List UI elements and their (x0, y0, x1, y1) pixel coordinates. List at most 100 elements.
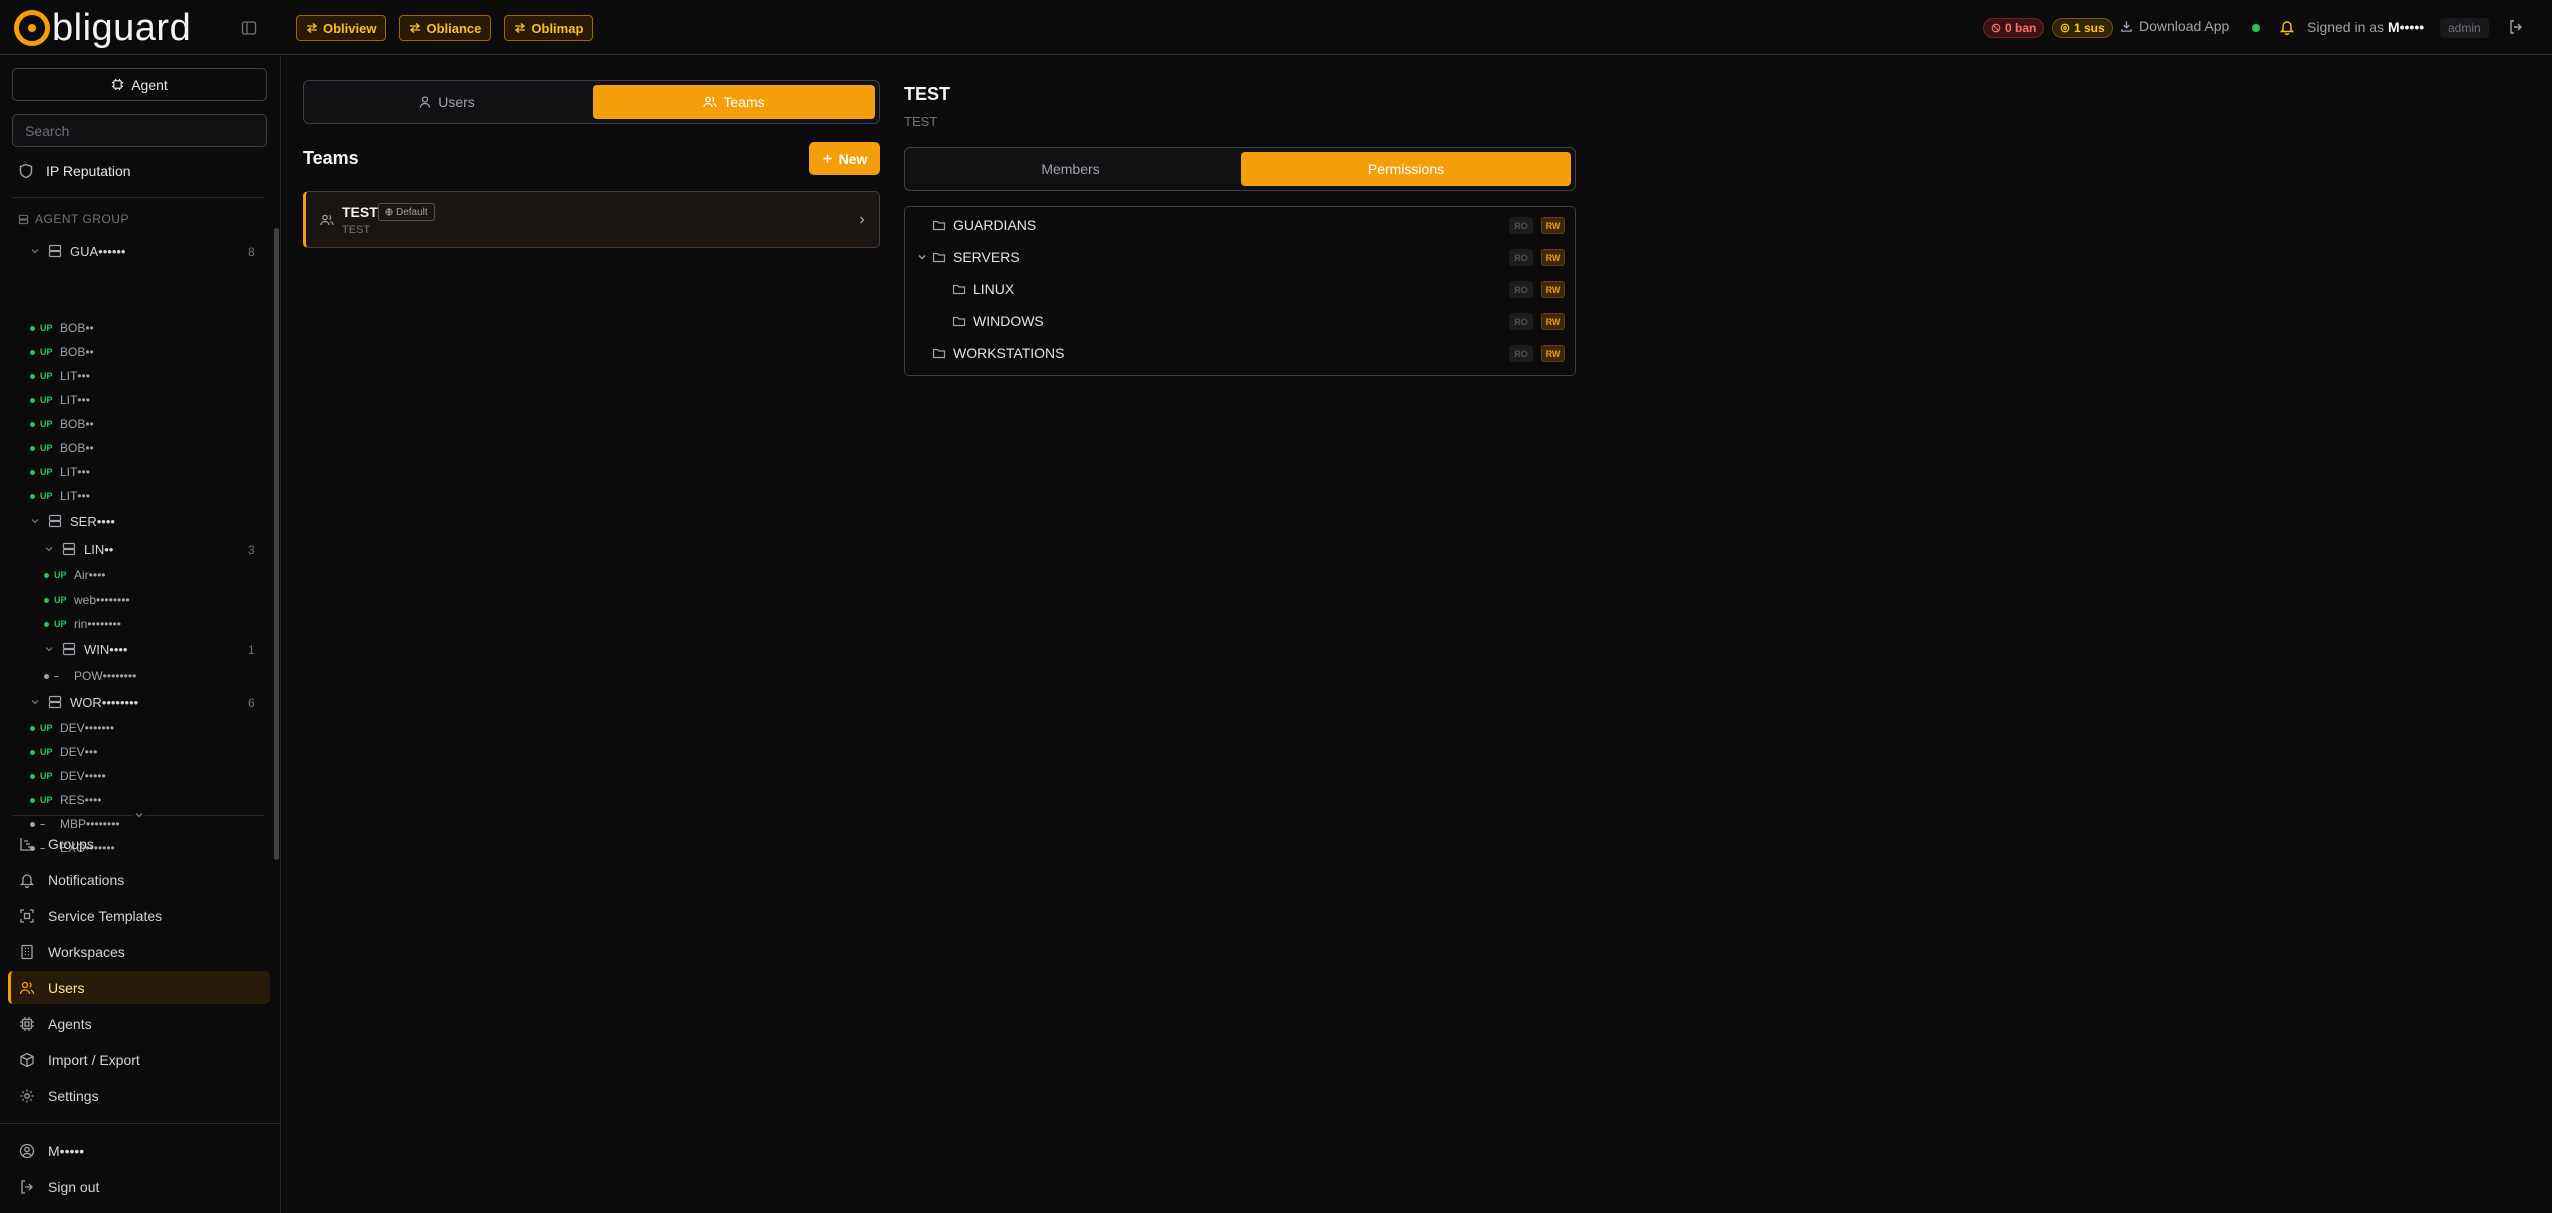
rw-toggle[interactable]: RW (1541, 217, 1565, 234)
team-description: TEST (342, 224, 371, 236)
tree-agent-row[interactable]: UP BOB•• (30, 437, 94, 459)
tree-agent-row[interactable]: UP BOB•• (30, 413, 94, 435)
status-dot (30, 493, 35, 499)
server-icon (62, 642, 76, 656)
status-label: UP (40, 443, 53, 453)
app-link-obliview[interactable]: Obliview (296, 15, 387, 41)
chevron-down-icon[interactable] (44, 544, 54, 554)
nav-label: Settings (48, 1087, 99, 1104)
status-dot (44, 572, 49, 578)
nav-settings[interactable]: Settings (8, 1079, 270, 1112)
agent-name: LIT••• (60, 393, 90, 407)
tree-group-linux[interactable]: LIN•• (44, 538, 113, 560)
tree-group-guardians[interactable]: GUA•••••• (30, 240, 125, 262)
app-link-oblimap[interactable]: Oblimap (504, 15, 594, 41)
tree-agent-row[interactable]: UP LIT••• (30, 485, 90, 507)
nav-label: Users (48, 979, 85, 996)
tree-group-servers[interactable]: SER•••• (30, 510, 115, 532)
rw-toggle[interactable]: RW (1541, 281, 1565, 298)
eye-icon (2060, 23, 2070, 33)
app-link-label: Obliance (426, 20, 482, 36)
sidebar-scrollbar[interactable] (274, 228, 279, 860)
tree-agent-row[interactable]: UP DEV••••••• (30, 717, 114, 739)
app-logo[interactable]: bliguard (14, 8, 191, 48)
nav-service-templates[interactable]: Service Templates (8, 899, 270, 932)
ro-toggle[interactable]: RO (1509, 217, 1533, 234)
ro-toggle[interactable]: RO (1509, 313, 1533, 330)
status-label: – (54, 671, 60, 681)
rw-toggle[interactable]: RW (1541, 345, 1565, 362)
ban-icon (1991, 23, 2001, 33)
suspect-count-badge[interactable]: 1 sus (2052, 18, 2113, 38)
nav-label: Groups (48, 835, 94, 852)
sidebar-search-input[interactable] (12, 114, 267, 147)
ip-reputation-link[interactable]: IP Reputation (18, 163, 131, 179)
chevron-down-icon[interactable] (44, 644, 54, 654)
user-icon (420, 96, 431, 108)
team-list-item[interactable]: TEST Default TEST (303, 191, 880, 248)
rw-toggle[interactable]: RW (1541, 249, 1565, 266)
status-label: UP (40, 371, 53, 381)
tree-agent-row[interactable]: UP DEV••••• (30, 765, 106, 787)
tree-agent-row[interactable]: UP RES•••• (30, 789, 101, 811)
agent-group-heading: AGENT GROUP (18, 212, 129, 226)
sidebar-toggle-icon[interactable] (241, 20, 257, 36)
chevron-down-icon[interactable] (133, 809, 145, 821)
ro-toggle[interactable]: RO (1509, 345, 1533, 362)
nav-groups[interactable]: Groups (8, 827, 270, 860)
agent-name: BOB•• (60, 417, 94, 431)
nav-workspaces[interactable]: Workspaces (8, 935, 270, 968)
tree-agent-row[interactable]: UP rin•••••••• (44, 613, 121, 635)
tree-group-windows[interactable]: WIN•••• (44, 638, 127, 660)
user-profile-link[interactable]: M••••• (8, 1134, 270, 1167)
chevron-down-icon[interactable] (917, 252, 927, 262)
status-dot (30, 821, 35, 827)
ban-count-badge[interactable]: 0 ban (1983, 18, 2045, 38)
chevron-down-icon[interactable] (30, 516, 40, 526)
tree-agent-row[interactable]: UP LIT••• (30, 365, 90, 387)
rw-toggle[interactable]: RW (1541, 313, 1565, 330)
logout-icon[interactable] (2508, 19, 2524, 35)
online-status-dot (2252, 24, 2260, 32)
role-badge: admin (2440, 18, 2489, 38)
agent-name: web•••••••• (74, 593, 130, 607)
app-link-obliance[interactable]: Obliance (399, 15, 492, 41)
nav-import-export[interactable]: Import / Export (8, 1043, 270, 1076)
chevron-down-icon[interactable] (30, 697, 40, 707)
tree-agent-row[interactable]: UP LIT••• (30, 389, 90, 411)
agent-name: DEV••• (60, 745, 98, 759)
tree-group-workstations[interactable]: WOR•••••••• (30, 691, 138, 713)
nav-label: Service Templates (48, 907, 163, 924)
nav-users[interactable]: Users (8, 971, 270, 1004)
server-icon (48, 514, 62, 528)
tab-members[interactable]: Members (909, 152, 1232, 186)
tab-users[interactable]: Users (308, 85, 585, 119)
team-name: TEST (342, 204, 378, 220)
tree-agent-row[interactable]: UP BOB•• (30, 341, 94, 363)
tree-agent-row[interactable]: UP DEV••• (30, 741, 97, 763)
agent-name: Air•••• (74, 568, 106, 582)
download-app-link[interactable]: Download App (2120, 18, 2229, 34)
profile-username: M••••• (48, 1142, 85, 1159)
chevron-down-icon[interactable] (30, 246, 40, 256)
bell-icon[interactable] (2279, 19, 2295, 35)
tree-group-name: GUA•••••• (70, 243, 126, 259)
sign-out-link[interactable]: Sign out (8, 1170, 270, 1203)
new-team-button[interactable]: New (809, 142, 880, 175)
tree-agent-row[interactable]: UP BOB•• (30, 317, 94, 339)
nav-notifications[interactable]: Notifications (8, 863, 270, 896)
tab-permissions[interactable]: Permissions (1241, 152, 1571, 186)
ro-toggle[interactable]: RO (1509, 249, 1533, 266)
tree-agent-row[interactable]: UP web•••••••• (44, 589, 130, 611)
nav-agents[interactable]: Agents (8, 1007, 270, 1040)
tree-agent-row[interactable]: – POW•••••••• (44, 665, 136, 687)
agent-button[interactable]: Agent (12, 68, 267, 101)
groups-icon (20, 837, 33, 851)
tab-teams[interactable]: Teams (593, 85, 875, 119)
agent-name: BOB•• (60, 321, 94, 335)
default-badge-label: Default (396, 206, 428, 218)
ro-toggle[interactable]: RO (1509, 281, 1533, 298)
tree-agent-row[interactable]: UP Air•••• (44, 564, 105, 586)
tree-agent-row[interactable]: UP LIT••• (30, 461, 90, 483)
ban-count-text: 0 ban (2005, 21, 2037, 35)
